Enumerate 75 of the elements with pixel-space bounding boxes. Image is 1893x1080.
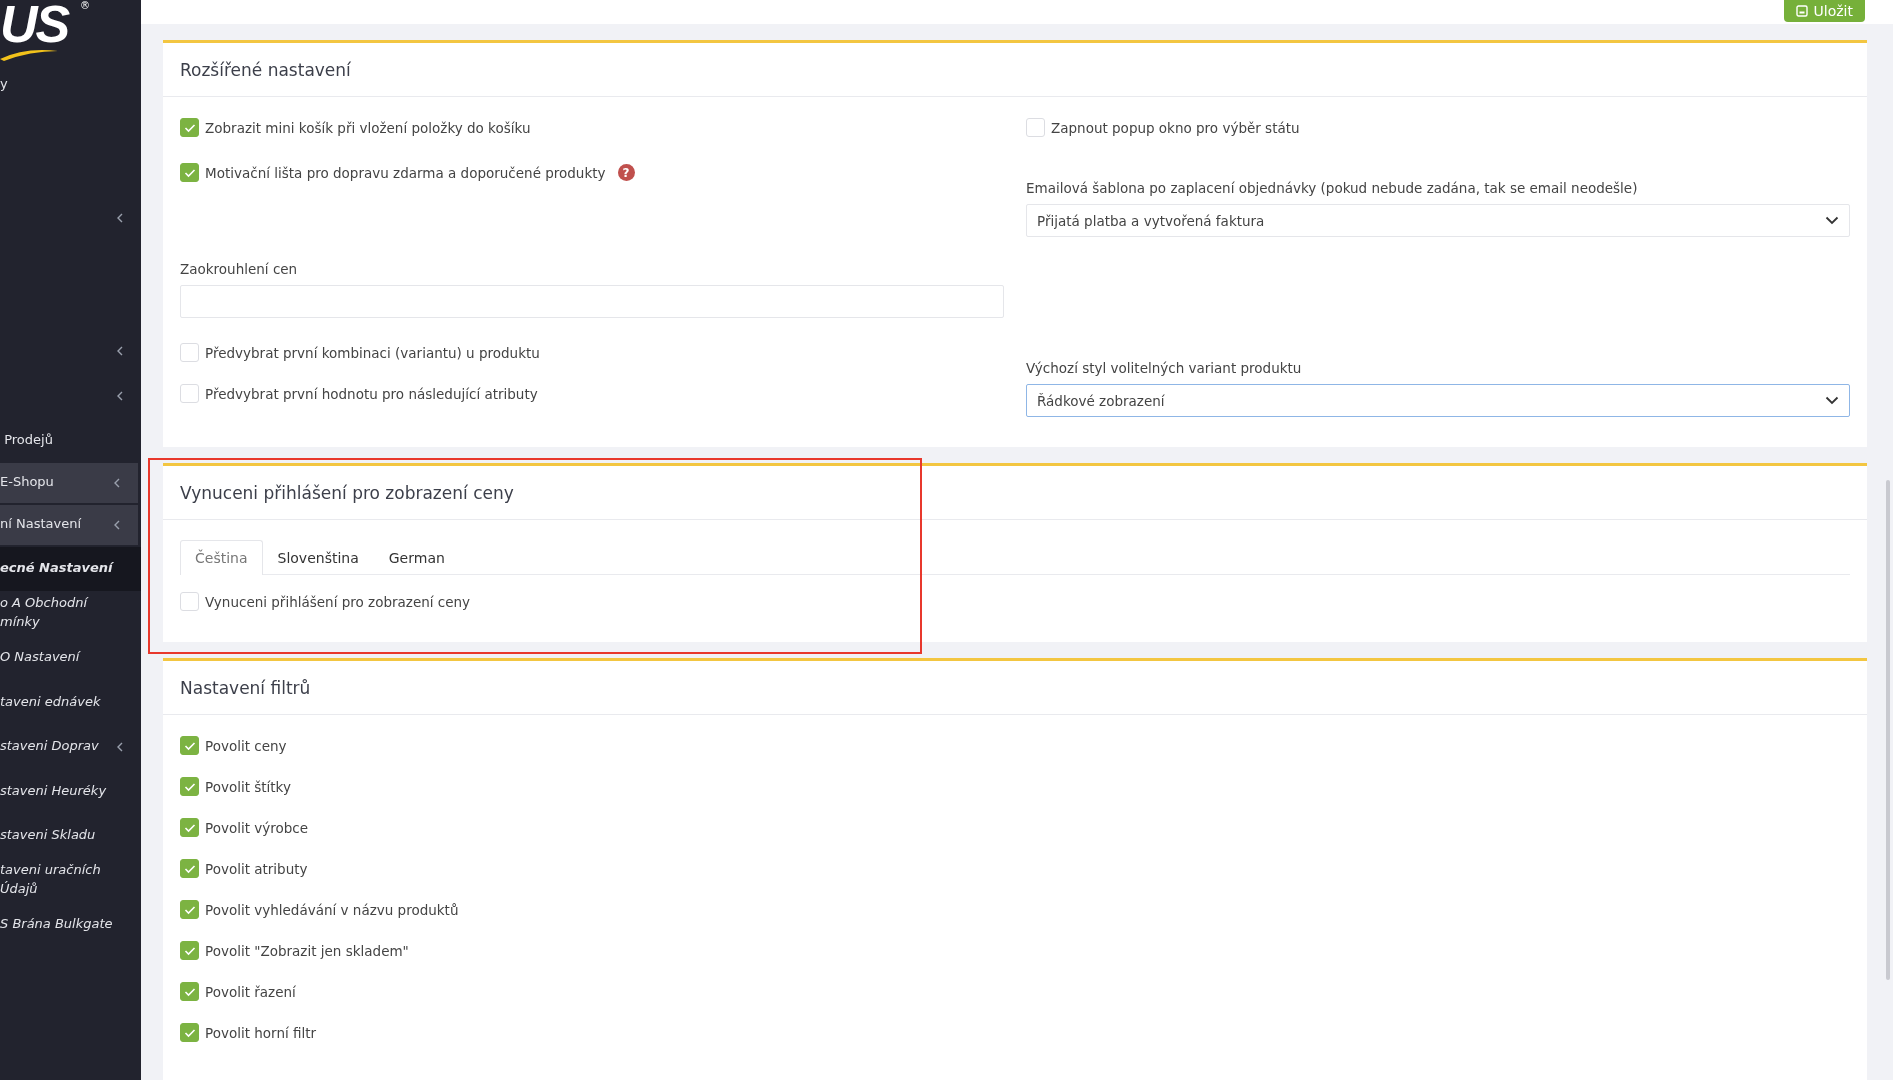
menu-item[interactable]: taveni ednávek xyxy=(0,692,101,712)
menu-item[interactable]: o A Obchodní mínky xyxy=(0,594,118,633)
chevron-icon[interactable] xyxy=(113,477,120,488)
checkbox-label: Povolit horní filtr xyxy=(205,1024,317,1041)
menu-item[interactable]: S Brána Bulkgate xyxy=(0,915,113,935)
checkbox-label: Motivační lišta pro dopravu zdarma a doporučené produkty xyxy=(205,164,606,181)
chevron-icon[interactable] xyxy=(113,519,120,530)
menu-item[interactable]: staveni Doprav xyxy=(0,737,99,757)
menu-item[interactable]: staveni Skladu xyxy=(0,826,96,846)
registered-mark: ® xyxy=(80,0,90,11)
card-title: Vynuceni přihlášení pro zobrazení ceny xyxy=(180,482,514,503)
select-field[interactable]: Přijatá platba a vytvořená faktura xyxy=(1026,204,1850,237)
menu-item[interactable]: staveni Heuréky xyxy=(0,781,107,801)
checkbox[interactable] xyxy=(180,163,199,182)
help-icon[interactable]: ? xyxy=(617,164,635,181)
checkbox-label: Zobrazit mini košík při vložení položky do košíku xyxy=(205,119,531,136)
chevron-icon[interactable] xyxy=(116,741,123,752)
menu-item[interactable]: ní Nastavení xyxy=(0,515,82,534)
checkbox-label: Povolit atributy xyxy=(205,860,308,877)
checkbox[interactable] xyxy=(180,736,199,755)
menu-item[interactable]: taveni uračních Údajů xyxy=(0,861,118,900)
check-icon xyxy=(183,781,196,792)
chevron-down-icon xyxy=(1825,396,1839,405)
menu-item[interactable]: y xyxy=(0,74,8,94)
check-icon xyxy=(183,863,196,874)
checkbox-label: Vynuceni přihlášení pro zobrazení ceny xyxy=(205,593,471,610)
checkbox[interactable] xyxy=(180,818,199,837)
menu-item-background[interactable]: ecné Nastavení xyxy=(0,546,141,591)
check-icon xyxy=(183,904,196,915)
checkbox[interactable] xyxy=(180,982,199,1001)
chevron-icon[interactable] xyxy=(116,212,123,223)
menu-item[interactable]: Prodejů xyxy=(0,430,53,450)
checkbox-label: Povolit ceny xyxy=(205,737,287,754)
check-icon xyxy=(183,122,196,133)
checkbox[interactable] xyxy=(180,1023,199,1042)
checkbox[interactable] xyxy=(180,900,199,919)
checkbox-label: Povolit řazení xyxy=(205,983,296,1000)
check-icon xyxy=(183,945,196,956)
chevron-icon[interactable] xyxy=(116,346,123,357)
check-icon xyxy=(183,986,196,997)
card-title: Nastavení filtrů xyxy=(180,677,311,698)
checkbox[interactable] xyxy=(180,118,199,137)
checkbox[interactable] xyxy=(180,859,199,878)
select-field[interactable]: Řádkové zobrazení xyxy=(1026,384,1850,417)
check-icon xyxy=(183,167,196,178)
scrollbar[interactable] xyxy=(1886,480,1890,980)
check-icon xyxy=(183,822,196,833)
language-tab[interactable]: Slovenština xyxy=(262,540,374,575)
language-tab[interactable]: German xyxy=(373,540,460,575)
check-icon xyxy=(183,740,196,751)
checkbox-label: Povolit "Zobrazit jen skladem" xyxy=(205,942,409,959)
checkbox-label: Povolit vyhledávání v názvu produktů xyxy=(205,901,459,918)
card-title: Rozšířené nastavení xyxy=(180,59,351,80)
checkbox-label: Povolit výrobce xyxy=(205,819,309,836)
checkbox-label: Předvybrat první hodnotu pro následující atributy xyxy=(205,385,538,402)
checkbox[interactable] xyxy=(180,777,199,796)
checkbox[interactable] xyxy=(180,941,199,960)
chevron-down-icon xyxy=(1825,216,1839,225)
menu-item[interactable]: O Nastavení xyxy=(0,648,80,668)
checkbox-label: Zapnout popup okno pro výběr státu xyxy=(1051,119,1300,136)
floppy-icon xyxy=(1795,5,1808,17)
check-icon xyxy=(183,1027,196,1038)
field-label: Zaokrouhlení cen xyxy=(180,261,299,277)
field-label: Výchozí styl volitelných variant produktu xyxy=(1026,360,1303,376)
menu-item[interactable]: ecné Nastavení xyxy=(0,559,113,579)
input-field[interactable] xyxy=(180,285,1004,318)
field-label: Emailová šablona po zaplacení objednávky (pokud nebude zadána, tak se email neodešle) xyxy=(1026,180,1639,196)
chevron-icon[interactable] xyxy=(116,390,123,401)
menu-item[interactable]: E-Shopu xyxy=(0,473,54,492)
menu-item-background[interactable]: ní Nastavení xyxy=(0,504,138,547)
menu-item-background[interactable]: E-Shopu xyxy=(0,462,138,505)
checkbox-label: Předvybrat první kombinaci (variantu) u produktu xyxy=(205,344,540,361)
logo: US xyxy=(0,0,69,54)
checkbox-label: Povolit štítky xyxy=(205,778,291,795)
language-tab[interactable]: Čeština xyxy=(180,540,263,575)
